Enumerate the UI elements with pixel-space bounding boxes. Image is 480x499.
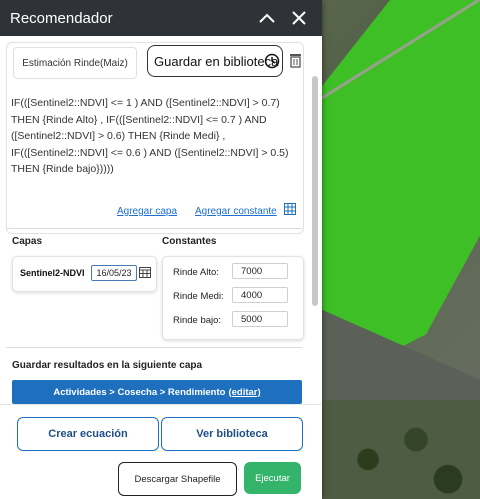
download-shapefile-button[interactable]: Descargar Shapefile [118,462,237,496]
save-library-button[interactable]: Guardar en biblioteca [147,45,283,77]
formula-card: Estimación Rinde(Maiz) Guardar en biblio… [6,42,304,234]
panel-title: Recomendador [10,9,113,27]
trash-icon[interactable] [289,52,302,68]
tree-area [320,400,480,499]
constant-value-field[interactable]: 7000 [232,263,288,279]
save-library-label: Guardar en biblioteca [154,53,279,69]
layer-item: Sentinel2-NDVI 16/05/23 [12,256,157,292]
close-button[interactable] [286,5,312,31]
add-constant-link[interactable]: Agregar constante [195,206,277,217]
calendar-icon[interactable] [139,266,151,278]
create-equation-button[interactable]: Crear ecuación [17,417,159,451]
save-results-label: Guardar resultados en la siguiente capa [12,360,203,371]
view-library-button[interactable]: Ver biblioteca [161,417,303,451]
refresh-icon [264,53,280,69]
constants-label: Constantes [162,236,217,247]
calculator-icon[interactable] [284,203,296,215]
layer-name: Sentinel2-NDVI [20,268,85,278]
constant-value-field[interactable]: 4000 [232,287,288,303]
add-layer-link[interactable]: Agregar capa [117,206,177,217]
chevron-up-icon [259,13,275,23]
scrollbar[interactable] [312,76,318,306]
formula-text[interactable]: IF(([Sentinel2::NDVI] <= 1 ) AND ([Senti… [11,95,295,178]
run-button[interactable]: Ejecutar [244,462,301,494]
constant-label: Rinde bajo: [173,315,222,326]
close-icon [292,11,306,25]
action-footer: Crear ecuación Ver biblioteca Descargar … [0,404,322,499]
constants-card: Rinde Alto: 7000 Rinde Medi: 4000 Rinde … [162,256,304,340]
divider [6,347,302,348]
divider [6,228,302,229]
panel-titlebar: Recomendador [0,0,322,36]
constant-label: Rinde Medi: [173,291,224,302]
destination-path: Actividades > Cosecha > Rendimiento [53,386,226,398]
layers-label: Capas [12,236,43,247]
recipe-name-field[interactable]: Estimación Rinde(Maiz) [13,47,137,79]
layer-date-field[interactable]: 16/05/23 [91,265,137,281]
recommender-panel: Recomendador Estimación Rinde(Maiz) Guar… [0,0,322,499]
constant-label: Rinde Alto: [173,267,219,278]
collapse-button[interactable] [254,5,280,31]
edit-destination-link[interactable]: (editar) [228,387,260,398]
destination-layer-bar: Actividades > Cosecha > Rendimiento (edi… [12,380,302,404]
constant-value-field[interactable]: 5000 [232,311,288,327]
